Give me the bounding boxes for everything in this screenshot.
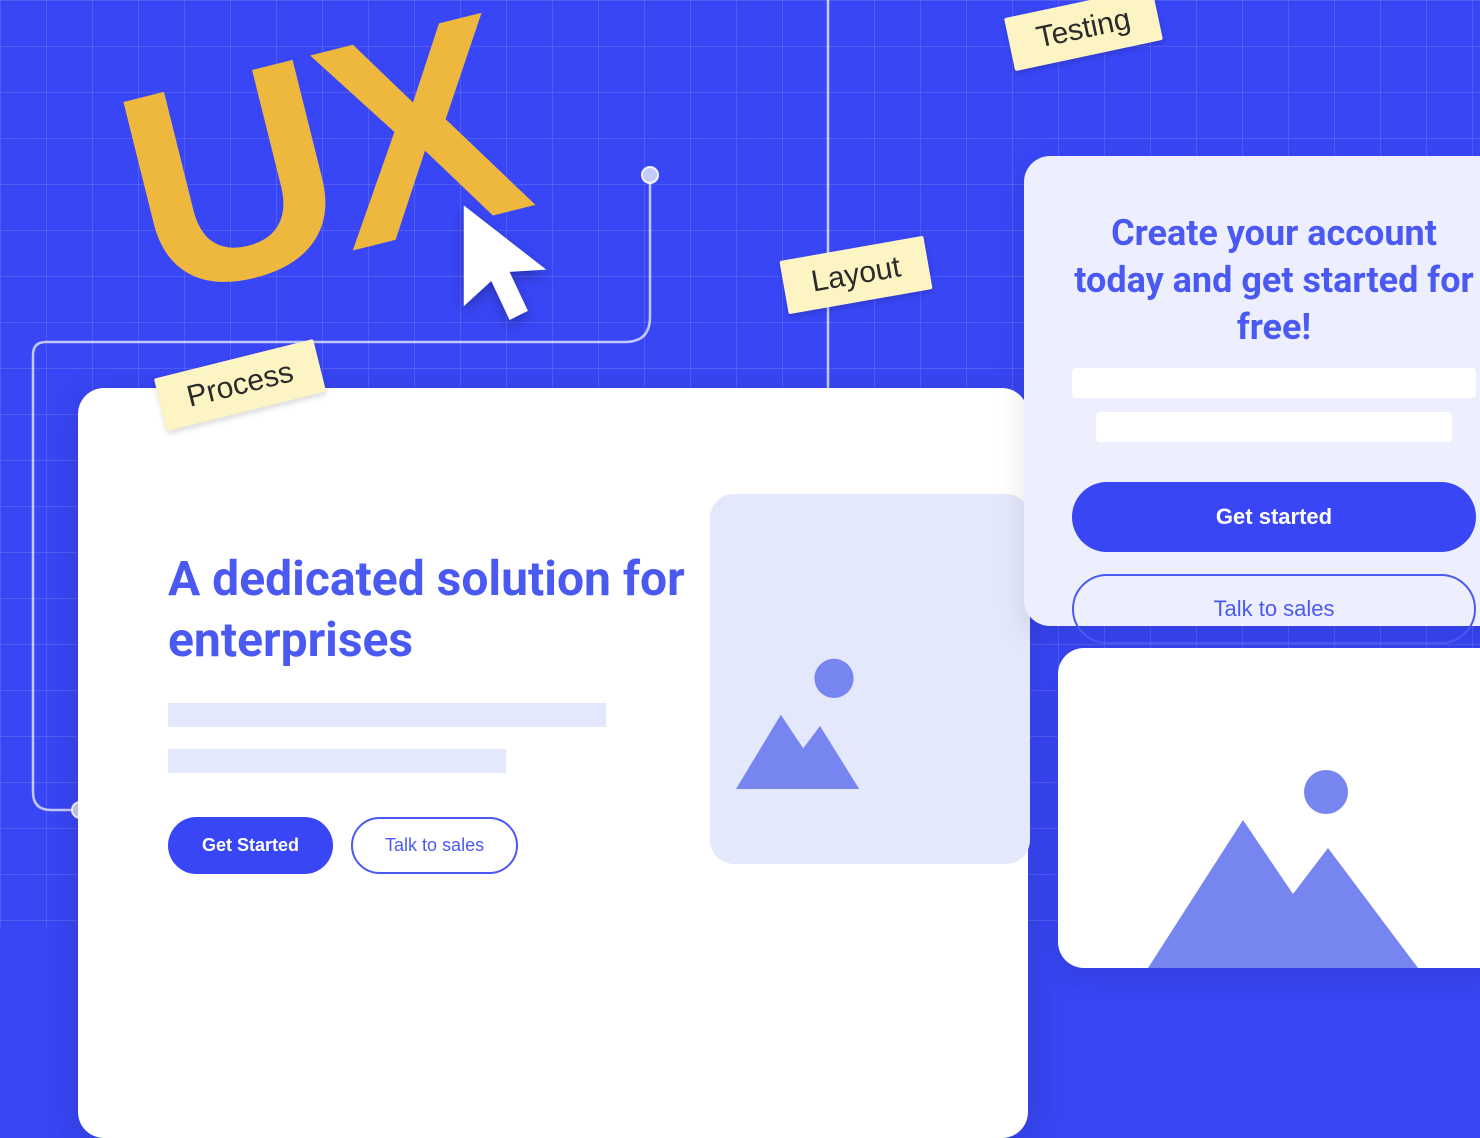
signup-talk-to-sales-button[interactable]: Talk to sales — [1072, 574, 1476, 644]
skeleton-line — [168, 749, 506, 773]
skeleton-input — [1072, 368, 1476, 398]
signup-card: Create your account today and get starte… — [1024, 156, 1480, 626]
talk-to-sales-button[interactable]: Talk to sales — [351, 817, 518, 874]
image-placeholder — [710, 494, 1030, 864]
image-card — [1058, 648, 1480, 968]
cursor-icon — [450, 195, 560, 335]
signup-get-started-button[interactable]: Get started — [1072, 482, 1476, 552]
skeleton-input — [1096, 412, 1452, 442]
get-started-button[interactable]: Get Started — [168, 817, 333, 874]
signup-heading: Create your account today and get starte… — [1072, 210, 1476, 350]
skeleton-line — [168, 703, 606, 727]
